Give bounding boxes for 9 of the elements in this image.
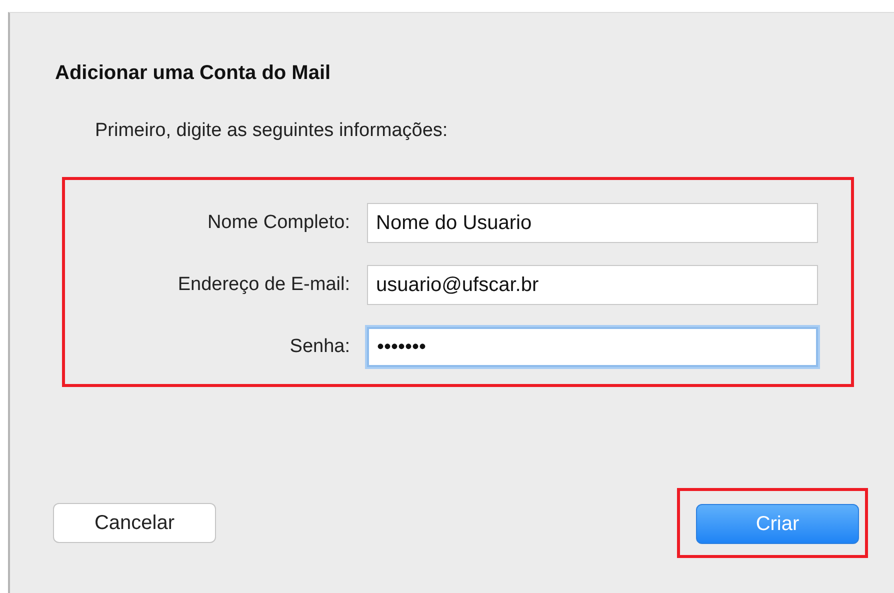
field-label: Endereço de E-mail: <box>176 274 350 296</box>
input-field[interactable]: ••••••• <box>367 327 818 367</box>
dialog-title: Adicionar uma Conta do Mail <box>55 61 332 85</box>
cancel-button[interactable]: Cancelar <box>53 503 216 543</box>
field-label: Nome Completo: <box>206 212 350 234</box>
instruction-text: Primeiro, digite as seguintes informações: <box>95 119 449 143</box>
input-field[interactable]: usuario@ufscar.br <box>367 265 818 305</box>
field-label: Senha: <box>288 336 350 358</box>
input-field[interactable]: Nome do Usuario <box>367 203 818 243</box>
